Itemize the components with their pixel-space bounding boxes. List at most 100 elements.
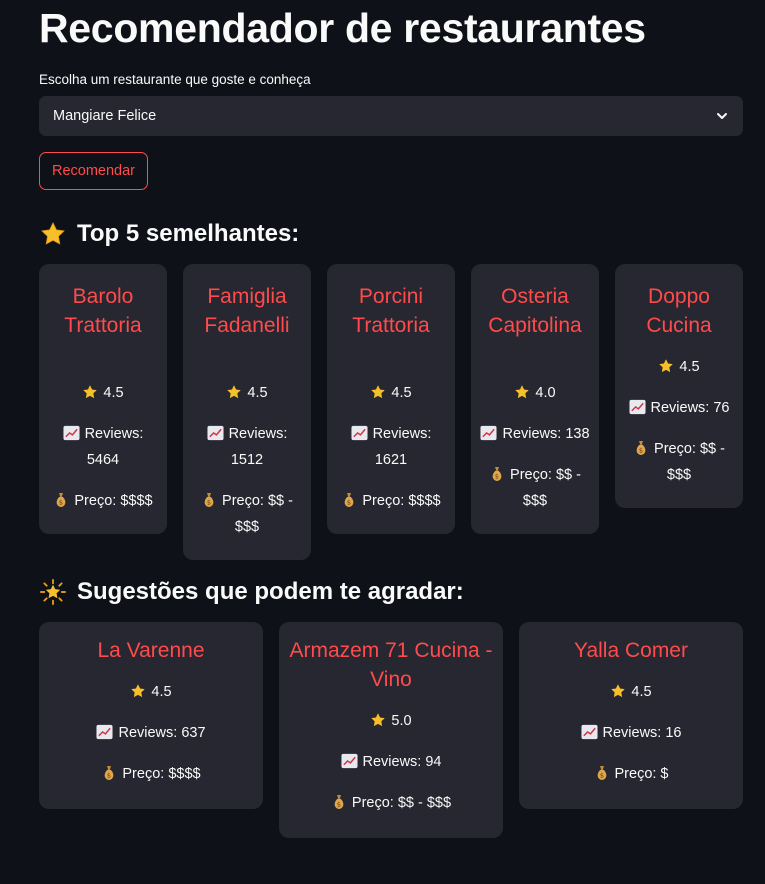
price: $ Preço: $$$$ [47, 761, 255, 787]
star-icon [131, 684, 146, 698]
reviews: Reviews: 1512 [191, 421, 303, 473]
rating-value: 4.5 [151, 684, 172, 700]
restaurant-card: Doppo Cucina 4.5 Reviews: 76 $ Preço: $$ … [615, 264, 743, 508]
restaurant-name: Osteria Capitolina [488, 285, 582, 337]
price: $ Preço: $ [527, 761, 735, 787]
similar-cards: Barolo Trattoria 4.5 Reviews: 5464 $ Preç… [39, 264, 743, 560]
glowing-star-icon [39, 578, 67, 606]
price: $ Preço: $$$$ [47, 488, 159, 514]
star-icon [515, 385, 530, 399]
chart-increasing-icon [207, 425, 224, 441]
star-icon [659, 359, 674, 373]
money-bag-icon: $ [636, 441, 646, 455]
money-bag-icon: $ [57, 493, 66, 507]
rating: 4.5 [47, 380, 159, 406]
price-text: Preço: $$ - $$$ [510, 467, 581, 509]
restaurant-card: Yalla Comer 4.5 Reviews: 16 $ Preço: $ [519, 622, 743, 809]
reviews-text: Reviews: 94 [362, 754, 442, 770]
price-text: Preço: $$ - $$$ [222, 493, 293, 535]
money-bag-icon: $ [597, 766, 606, 780]
star-icon [611, 684, 626, 698]
chart-increasing-icon [580, 724, 598, 740]
suggestion-cards: La Varenne 4.5 Reviews: 637 $ Preço: $$$$… [39, 622, 743, 838]
restaurant-card: Famiglia Fadanelli 4.5 Reviews: 1512 $ Pr… [183, 264, 311, 560]
page-title: Recomendador de restaurantes [39, 5, 646, 51]
svg-text:$: $ [347, 499, 351, 507]
rating-value: 4.0 [535, 385, 556, 401]
restaurant-name: Yalla Comer [574, 639, 688, 662]
svg-text:$: $ [207, 499, 211, 507]
chart-increasing-icon [628, 399, 646, 415]
chart-increasing-icon [63, 425, 80, 441]
restaurant-select[interactable]: Mangiare Felice [39, 96, 743, 136]
restaurant-card: La Varenne 4.5 Reviews: 637 $ Preço: $$$$ [39, 622, 263, 809]
reviews: Reviews: 94 [287, 749, 495, 775]
chart-increasing-icon [480, 425, 497, 441]
chart-increasing-icon [351, 425, 368, 441]
svg-text:$: $ [337, 801, 341, 809]
reviews-text: Reviews: 1512 [228, 426, 288, 468]
restaurant-card: Osteria Capitolina 4.0 Reviews: 138 $ Pre… [471, 264, 599, 534]
restaurant-card: Porcini Trattoria 4.5 Reviews: 1621 $ Pre… [327, 264, 455, 534]
app-page: Recomendador de restaurantes Escolha um … [0, 0, 765, 884]
rating: 4.5 [623, 354, 735, 380]
suggestions-heading: Sugestões que podem te agradar: [39, 578, 743, 606]
svg-text:$: $ [639, 447, 643, 455]
svg-text:$: $ [59, 499, 63, 507]
restaurant-select-label: Escolha um restaurante que goste e conhe… [39, 72, 311, 87]
money-bag-icon: $ [105, 766, 114, 780]
restaurant-name: Armazem 71 Cucina - Vino [289, 639, 493, 691]
suggestions-heading-text: Sugestões que podem te agradar: [77, 578, 464, 605]
price: $ Preço: $$$$ [335, 488, 447, 514]
reviews-text: Reviews: 16 [602, 725, 682, 741]
rating-value: 5.0 [391, 713, 412, 729]
svg-text:$: $ [107, 772, 111, 780]
price-text: Preço: $ [614, 766, 669, 782]
price: $ Preço: $$ - $$$ [623, 436, 735, 488]
restaurant-name: La Varenne [97, 639, 205, 662]
price-text: Preço: $$ - $$$ [654, 441, 725, 483]
rating: 4.5 [47, 679, 255, 705]
rating-value: 4.5 [631, 684, 652, 700]
reviews-text: Reviews: 5464 [84, 426, 144, 468]
price-text: Preço: $$$$ [74, 493, 153, 509]
reviews: Reviews: 138 [479, 421, 591, 447]
rating-value: 4.5 [247, 385, 268, 401]
chevron-down-icon [715, 109, 729, 123]
svg-text:$: $ [495, 473, 499, 481]
reviews: Reviews: 1621 [335, 421, 447, 473]
reviews-text: Reviews: 76 [650, 400, 730, 416]
restaurant-name: Porcini Trattoria [352, 285, 430, 337]
reviews: Reviews: 5464 [47, 421, 159, 473]
restaurant-name: Famiglia Fadanelli [204, 285, 290, 337]
price-text: Preço: $$$$ [362, 493, 441, 509]
similar-heading-text: Top 5 semelhantes: [77, 220, 300, 247]
price: $ Preço: $$ - $$$ [479, 462, 591, 514]
recommend-button[interactable]: Recomendar [39, 152, 149, 190]
restaurant-card: Barolo Trattoria 4.5 Reviews: 5464 $ Preç… [39, 264, 167, 534]
star-icon [371, 385, 386, 399]
rating: 4.5 [335, 380, 447, 406]
similar-heading: Top 5 semelhantes: [39, 220, 743, 248]
restaurant-card: Armazem 71 Cucina - Vino 5.0 Reviews: 94… [279, 622, 503, 838]
rating-value: 4.5 [391, 385, 412, 401]
reviews-text: Reviews: 1621 [372, 426, 432, 468]
reviews-text: Reviews: 138 [502, 426, 590, 442]
reviews: Reviews: 16 [527, 720, 735, 746]
reviews: Reviews: 76 [623, 395, 735, 421]
restaurant-name: Barolo Trattoria [64, 285, 142, 337]
rating: 4.5 [527, 679, 735, 705]
rating-value: 4.5 [679, 359, 700, 375]
rating-value: 4.5 [103, 385, 124, 401]
restaurant-name: Doppo Cucina [646, 285, 712, 337]
svg-text:$: $ [599, 772, 603, 780]
star-icon [371, 713, 386, 727]
reviews: Reviews: 637 [47, 720, 255, 746]
reviews-text: Reviews: 637 [118, 725, 206, 741]
star-icon [227, 385, 242, 399]
rating: 4.0 [479, 380, 591, 406]
money-bag-icon: $ [345, 493, 354, 507]
chart-increasing-icon [96, 724, 113, 740]
star-icon [39, 220, 67, 248]
money-bag-icon: $ [204, 493, 214, 507]
